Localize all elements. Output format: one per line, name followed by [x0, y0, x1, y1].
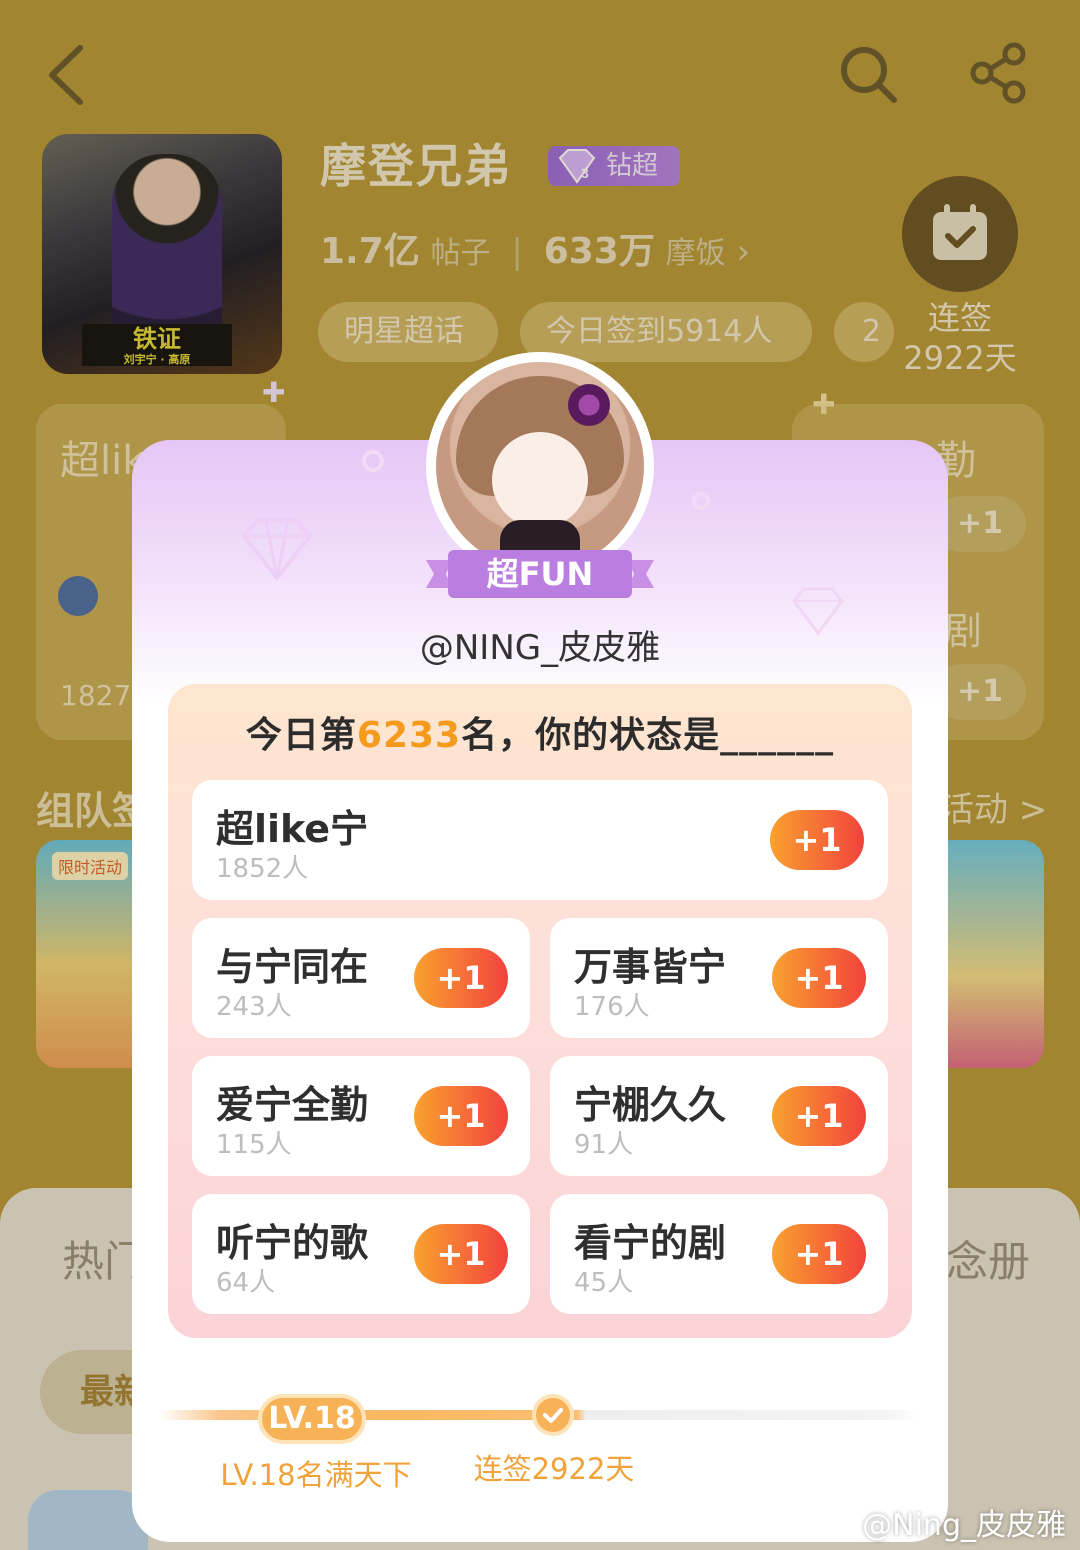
rank-number: 6233 — [356, 715, 462, 756]
tab-album[interactable]: 念册 — [946, 1228, 1030, 1289]
limited-activity-tag: 限时活动 — [52, 852, 129, 880]
chevron-right-icon: › — [736, 232, 751, 272]
calendar-check-icon — [933, 204, 987, 260]
activity-link[interactable]: 活动 > — [940, 782, 1047, 831]
level-caption: LV.18名满天下 — [220, 1458, 412, 1492]
plus-one-button[interactable]: +1 — [772, 1086, 866, 1146]
level-pill: LV.18 — [258, 1394, 366, 1444]
cover-tag: 铁证 刘宇宁 · 高原 — [82, 324, 232, 366]
status-option[interactable]: 爱宁全勤 115人 +1 — [192, 1056, 530, 1176]
tag-partial[interactable]: 2 — [834, 302, 894, 362]
plus-one-button[interactable]: +1 — [414, 948, 508, 1008]
bubble-icon — [692, 492, 710, 510]
status-option-count: 91人 — [574, 1130, 634, 1160]
status-option-name: 与宁同在 — [216, 945, 369, 989]
status-option-name: 爱宁全勤 — [216, 1083, 369, 1127]
plus-one-button[interactable]: +1 — [414, 1224, 508, 1284]
diamond-icon: 3 — [558, 149, 596, 184]
tag-checkin-today[interactable]: 今日签到5914人 — [520, 302, 812, 362]
status-option[interactable]: 万事皆宁 176人 +1 — [550, 918, 888, 1038]
bubble-icon — [362, 450, 384, 472]
topic-cover-image[interactable]: 铁证 刘宇宁 · 高原 — [42, 134, 282, 374]
svg-text:3: 3 — [581, 165, 589, 181]
fans-count: 633万 — [543, 231, 655, 272]
checkin-button[interactable] — [902, 176, 1018, 292]
status-option[interactable]: 超like宁 1852人 +1 — [192, 780, 888, 900]
avatar — [58, 576, 98, 616]
tag-star-topic[interactable]: 明星超话 — [318, 302, 498, 362]
check-icon — [532, 1394, 574, 1436]
status-option-name: 超like宁 — [216, 807, 369, 851]
status-option[interactable]: 与宁同在 243人 +1 — [192, 918, 530, 1038]
status-option-count: 176人 — [574, 992, 650, 1022]
status-option-name: 听宁的歌 — [216, 1221, 369, 1265]
plus-one-button[interactable]: +1 — [772, 1224, 866, 1284]
topic-title: 摩登兄弟 — [320, 139, 512, 193]
username: @NING_皮皮雅 — [419, 628, 661, 668]
status-option-count: 243人 — [216, 992, 292, 1022]
plus-one-button[interactable]: +1 — [772, 948, 866, 1008]
status-option-name: 看宁的剧 — [574, 1221, 727, 1265]
super-fun-ribbon: 超FUN — [426, 546, 654, 602]
checkin-streak-label: 连签 2922天 — [903, 299, 1017, 377]
share-icon[interactable] — [966, 40, 1032, 106]
topic-stats: 1.7亿 帖子 | 633万 摩饭 › — [320, 231, 751, 272]
status-option-name: 万事皆宁 — [574, 945, 727, 989]
search-icon[interactable] — [836, 42, 900, 106]
streak-caption: 连签2922天 — [473, 1452, 635, 1486]
rank-line: 今日第6233名，你的状态是______ — [245, 715, 835, 756]
user-avatar — [436, 362, 644, 570]
diamond-super-badge[interactable]: 3 钻超 — [548, 146, 680, 186]
bg-card-title: 剧 — [944, 609, 983, 653]
status-option-count: 115人 — [216, 1130, 292, 1160]
status-option[interactable]: 宁棚久久 91人 +1 — [550, 1056, 888, 1176]
posts-label: 帖子 — [430, 236, 491, 271]
user-avatar — [28, 1490, 148, 1550]
fans-label[interactable]: 摩饭 — [666, 236, 726, 271]
posts-count: 1.7亿 — [320, 231, 420, 272]
status-option-name: 宁棚久久 — [574, 1083, 727, 1127]
status-option-count: 45人 — [574, 1268, 634, 1298]
plus-one-button[interactable]: +1 — [770, 810, 864, 870]
status-option-count: 64人 — [216, 1268, 276, 1298]
back-arrow-icon[interactable] — [40, 40, 100, 110]
flower-icon — [568, 384, 610, 426]
status-option[interactable]: 看宁的剧 45人 +1 — [550, 1194, 888, 1314]
status-option[interactable]: 听宁的歌 64人 +1 — [192, 1194, 530, 1314]
plus-one-button[interactable]: +1 — [414, 1086, 508, 1146]
diamond-icon — [241, 518, 313, 582]
watermark-text: @Ning_皮皮雅 — [862, 1508, 1066, 1543]
status-option-count: 1852人 — [216, 854, 309, 884]
